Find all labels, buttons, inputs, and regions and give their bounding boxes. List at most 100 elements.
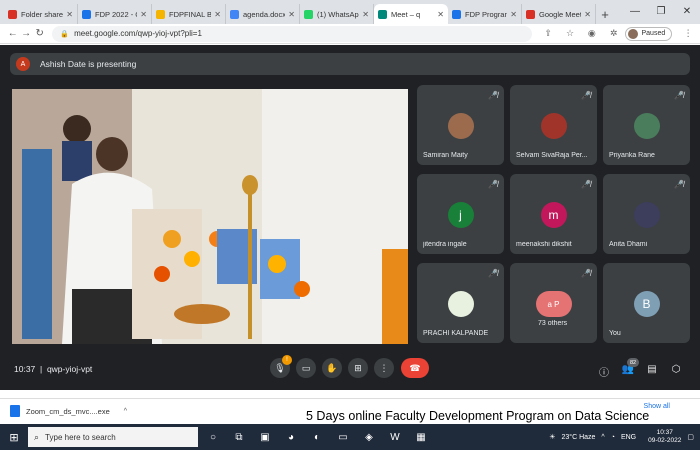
tab-close-icon[interactable]: ✕ [66,10,73,19]
participant-tile[interactable]: 🎤̸ a P 73 others [510,263,597,343]
taskbar-search[interactable]: ⌕ Type here to search [28,427,198,447]
participant-name: Selvam SivaRaja Per... [516,152,588,159]
participant-tile[interactable]: 🎤̸ j jitendra ingale [417,174,504,254]
info-icon[interactable]: ⓘ [597,364,611,379]
participant-avatar [633,113,660,139]
tab-close-icon[interactable]: ✕ [214,10,221,19]
profile-paused-button[interactable]: Paused [625,26,673,41]
meeting-code: qwp-yioj-vpt [46,364,93,374]
browser-tab[interactable]: Google Meet ✕ [522,4,596,24]
puzzle-icon[interactable]: ✲ [608,28,620,39]
browser-tab-strip: Folder shared✕FDP 2022 - G✕FDPFINAL BA✕a… [0,0,700,24]
participant-tile[interactable]: 🎤̸ Samiran Maity [417,85,504,165]
participant-tile[interactable]: 🎤̸ PRACHI KALPANDE [417,263,504,343]
tab-label: Google Meet [539,9,582,19]
tab-close-icon[interactable]: ✕ [437,10,444,19]
chat-icon[interactable]: ▤ [645,364,659,375]
participant-initials: a P [547,299,560,309]
raise-hand-button[interactable]: ✋ [322,358,342,378]
tab-close-icon[interactable]: ✕ [362,10,369,19]
tab-label: agenda.docx [243,9,286,19]
participant-tile[interactable]: 🎤̸ Anita Dhami [603,174,690,254]
reload-button[interactable]: ↻ [33,28,46,39]
participant-tile[interactable]: 🎤̸ Priyanka Rane [603,85,690,165]
task-view-icon[interactable]: ⧉ [228,426,250,448]
participant-avatar [447,113,474,139]
slide-caption: 5 Days online Faculty Development Progra… [304,409,698,423]
people-count-badge: 82 [627,358,639,367]
participant-tile[interactable]: 🎤̸ Selvam SivaRaja Per... [510,85,597,165]
share-icon[interactable]: ⇪ [542,28,554,39]
browser-tab[interactable]: FDPFINAL BA✕ [152,4,226,24]
star-icon[interactable]: ☆ [564,28,576,39]
tab-close-icon[interactable]: ✕ [584,10,591,19]
back-button[interactable]: ← [6,28,19,39]
tab-close-icon[interactable]: ✕ [288,10,295,19]
menu-icon[interactable]: ⋮ [682,28,694,39]
mic-off-icon: 🎤̸ [581,91,591,100]
mic-off-icon: 🎤̸ [488,180,498,189]
tray-chevron-icon[interactable]: ^ [601,434,604,441]
new-tab-button[interactable]: + [596,4,614,24]
word-icon[interactable]: W [384,426,406,448]
folder-icon[interactable]: ▭ [332,426,354,448]
activities-icon[interactable]: ⬡ [669,364,683,375]
camera-button[interactable]: ▭ [296,358,316,378]
photos-icon[interactable]: ▦ [410,426,432,448]
address-bar: ← → ↻ 🔒 meet.google.com/qwp-yioj-vpt?pli… [0,24,700,44]
mic-off-icon: 🎤̸ [488,269,498,278]
tab-close-icon[interactable]: ✕ [510,10,517,19]
minimize-button[interactable]: — [622,0,648,22]
browser-tab[interactable]: Folder shared ✕ [4,4,78,24]
chrome-icon[interactable]: ◕ [280,426,302,448]
notifications-icon[interactable]: ▢ [687,433,694,441]
extension-icon[interactable]: ◉ [586,28,598,39]
tab-favicon-icon [526,9,535,19]
end-call-button[interactable]: ☎ [401,358,429,378]
tab-favicon-icon [82,9,91,19]
presenting-banner: A Ashish Date is presenting [10,53,690,75]
participant-name: 73 others [538,320,568,327]
participant-name: meenakshi dikshit [516,241,572,248]
windows-start-icon[interactable]: ⊞ [0,424,28,450]
presenting-text: Ashish Date is presenting [40,59,137,69]
tab-close-icon[interactable]: ✕ [140,10,147,19]
network-icon[interactable]: ◔ [611,434,615,441]
browser-tab[interactable]: agenda.docx ✕ [226,4,300,24]
browser-tab[interactable]: (1) WhatsApp ✕ [300,4,374,24]
mic-off-icon: 🎤̸ [581,269,591,278]
presenter-avatar: A [16,57,30,71]
participant-tile[interactable]: B You [603,263,690,343]
close-window-button[interactable]: ✕ [674,0,700,22]
windows-taskbar: ⊞ ⌕ Type here to search ○ ⧉ ▣ ◕ ◐ ▭ ◈ W … [0,424,700,450]
participant-initial: m [548,208,559,222]
browser-tab[interactable]: FDP Program ✕ [448,4,522,24]
tab-favicon-icon [452,9,461,19]
ceremony-video-frame [12,89,408,344]
download-item[interactable]: Zoom_cm_ds_mvc....exe ^ [10,405,127,417]
system-tray: ☀ 23°C Haze ^ ◔ ENG 10:37 09-02-2022 ▢ [543,424,694,450]
participant-avatar: m [540,202,567,228]
participant-tile[interactable]: 🎤̸ m meenakshi dikshit [510,174,597,254]
file-icon [10,405,20,417]
chevron-up-icon[interactable]: ^ [124,408,127,415]
cortana-icon[interactable]: ○ [202,426,224,448]
app-icon[interactable]: ◈ [358,426,380,448]
forward-button[interactable]: → [19,28,32,39]
language-label[interactable]: ENG [621,434,636,441]
edge-icon[interactable]: ◐ [306,426,328,448]
present-button[interactable]: ⊞ [348,358,368,378]
tab-favicon-icon [230,9,239,19]
browser-tab[interactable]: Meet – q ✕ [374,4,448,24]
browser-tab[interactable]: FDP 2022 - G ✕ [78,4,152,24]
store-icon[interactable]: ▣ [254,426,276,448]
clock[interactable]: 10:37 09-02-2022 [642,429,681,445]
taskbar-search-placeholder: Type here to search [45,432,116,442]
url-field[interactable]: 🔒 meet.google.com/qwp-yioj-vpt?pli=1 [52,25,533,42]
more-options-button[interactable]: ⋮ [374,358,394,378]
maximize-button[interactable]: ❐ [648,0,674,22]
participant-avatar: j [447,202,474,228]
meet-window: A Ashish Date is presenting 🎤̸ Samiran M… [0,45,700,390]
participant-avatar: a P [535,291,572,317]
tab-label: FDP 2022 - G [95,9,138,19]
